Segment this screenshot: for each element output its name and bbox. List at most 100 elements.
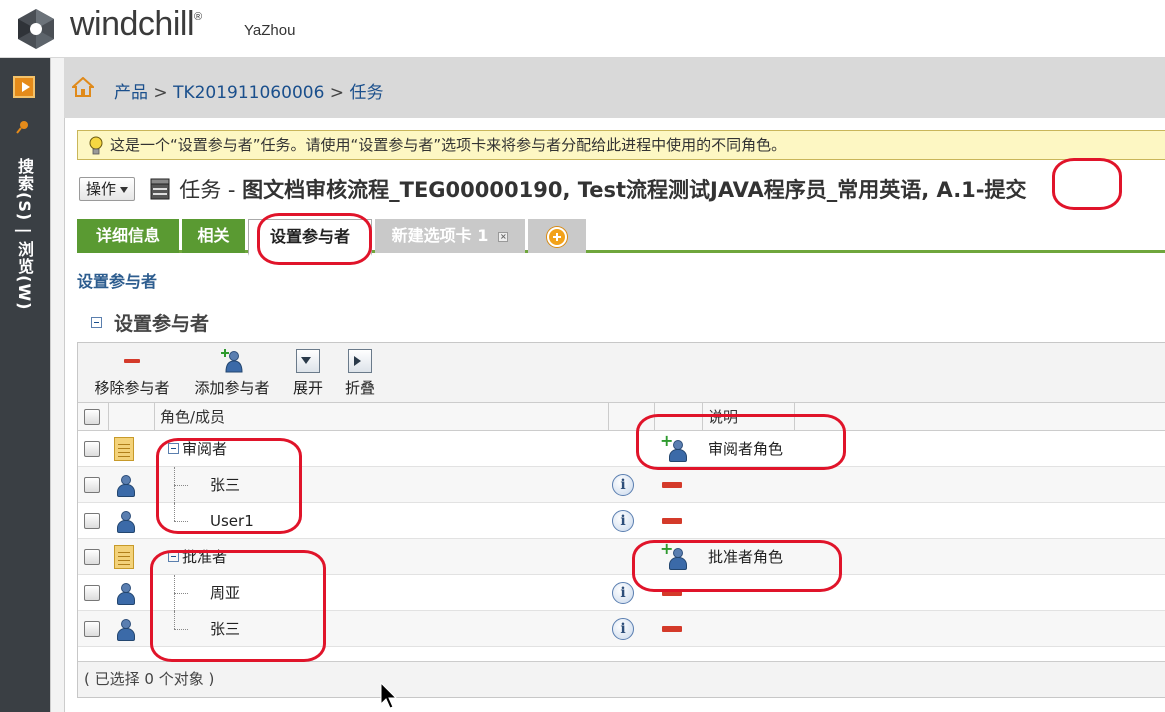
title-row: 操作 任务 - 图文档审核流程_TEG00000190, Test流程测试JAV… [79, 174, 1027, 210]
expand-navigator-icon[interactable] [13, 76, 35, 98]
add-member-icon[interactable] [660, 431, 687, 462]
lightbulb-icon [89, 136, 103, 155]
section-link[interactable]: 设置参与者 [77, 268, 157, 292]
tab-new-tab-1[interactable]: 新建选项卡 1 × [375, 219, 525, 253]
table-row[interactable]: User1 i [78, 503, 1165, 539]
member-name: 张三 [210, 476, 241, 494]
header-description[interactable]: 说明 [708, 403, 738, 430]
collapse-label: 折叠 [344, 379, 375, 397]
tab-details[interactable]: 详细信息 [77, 219, 179, 253]
grid-header: 角色/成员 说明 [78, 403, 1165, 431]
breadcrumb-separator: > [153, 83, 168, 103]
add-user-icon [220, 349, 244, 373]
participants-table: 移除参与者 添加参与者 展开 折叠 角色/成员 说明 审阅者 + 审阅者角色 张… [77, 342, 1165, 698]
add-tab-button[interactable] [528, 219, 586, 253]
row-checkbox[interactable] [84, 440, 100, 457]
user-name[interactable]: YaZhou [244, 22, 295, 39]
tab-bar: 详细信息 相关 设置参与者 新建选项卡 1 × [77, 219, 1165, 256]
page-title-prefix: 任务 - [179, 178, 243, 202]
info-icon[interactable]: i [612, 509, 634, 532]
search-browse-label[interactable]: 搜索(S) | 浏览(W) [14, 158, 36, 310]
role-description: 批准者角色 [708, 548, 784, 566]
row-checkbox[interactable] [84, 620, 100, 637]
remove-member-icon[interactable] [662, 589, 682, 596]
user-icon [116, 618, 135, 641]
task-icon [150, 178, 170, 200]
left-navigator: 搜索(S) | 浏览(W) [0, 58, 50, 712]
selection-status: ( 已选择 0 个对象 ) [78, 661, 1165, 697]
table-row[interactable]: 周亚 i [78, 575, 1165, 611]
role-description: 审阅者角色 [708, 440, 784, 458]
row-checkbox[interactable] [84, 512, 100, 529]
member-name: 张三 [210, 620, 241, 638]
remove-label: 移除参与者 [94, 379, 170, 397]
user-icon [116, 582, 135, 605]
main-content: 这是一个“设置参与者”任务。请使用“设置参与者”选项卡来将参与者分配给此进程中使… [64, 118, 1165, 712]
page-title: 任务 - 图文档审核流程_TEG00000190, Test流程测试JAVA程序… [179, 174, 1026, 204]
info-message-bar: 这是一个“设置参与者”任务。请使用“设置参与者”选项卡来将参与者分配给此进程中使… [77, 130, 1165, 160]
table-toolbar: 移除参与者 添加参与者 展开 折叠 [78, 343, 1165, 403]
info-icon[interactable]: i [612, 617, 634, 640]
collapse-button[interactable]: 折叠 [338, 349, 382, 398]
tab-related[interactable]: 相关 [182, 219, 245, 253]
mouse-cursor-icon [380, 682, 398, 709]
role-name: 批准者 [182, 548, 228, 566]
home-icon[interactable] [72, 77, 94, 97]
breadcrumb-item-number[interactable]: TK201911060006 [173, 83, 324, 103]
table-row[interactable]: 张三 i [78, 611, 1165, 647]
remove-member-icon[interactable] [662, 625, 682, 632]
info-icon[interactable]: i [612, 473, 634, 496]
breadcrumb-item-task[interactable]: 任务 [349, 83, 383, 103]
remove-icon [120, 349, 144, 373]
role-icon [114, 436, 134, 461]
info-message-text: 这是一个“设置参与者”任务。请使用“设置参与者”选项卡来将参与者分配给此进程中使… [110, 136, 787, 154]
row-checkbox[interactable] [84, 584, 100, 601]
remove-participant-button[interactable]: 移除参与者 [90, 349, 174, 398]
member-name: User1 [210, 511, 254, 530]
add-label: 添加参与者 [194, 379, 270, 397]
table-row[interactable]: 张三 i [78, 467, 1165, 503]
member-name: 周亚 [210, 584, 241, 602]
tree-collapse-icon[interactable] [168, 443, 179, 454]
row-checkbox[interactable] [84, 548, 100, 565]
add-tab-icon [547, 226, 567, 247]
table-row[interactable]: 审阅者 审阅者角色 [78, 431, 1165, 467]
close-tab-icon[interactable]: × [498, 231, 509, 242]
user-icon [116, 474, 135, 497]
section-title: 设置参与者 [114, 313, 210, 335]
expand-label: 展开 [292, 379, 323, 397]
collapse-all-icon [348, 349, 372, 373]
info-icon[interactable]: i [612, 581, 634, 604]
participants-grid: 角色/成员 说明 审阅者 审阅者角色 张三 [78, 403, 1165, 647]
expand-button[interactable]: 展开 [286, 349, 330, 398]
breadcrumb-item-product[interactable]: 产品 [114, 83, 148, 103]
table-row[interactable]: 批准者 批准者角色 [78, 539, 1165, 575]
actions-label: 操作 [86, 180, 117, 198]
header-select-all[interactable] [84, 403, 100, 430]
actions-dropdown-button[interactable]: 操作 [79, 177, 136, 201]
tab-new-tab-label: 新建选项卡 1 [391, 226, 489, 245]
add-participant-button[interactable]: 添加参与者 [190, 349, 274, 398]
pin-icon[interactable] [16, 120, 30, 134]
breadcrumb-bar: 产品 > TK201911060006 > 任务 [64, 58, 1165, 118]
row-checkbox[interactable] [84, 476, 100, 493]
breadcrumb-separator: > [329, 83, 345, 103]
windchill-logo-icon [18, 9, 54, 49]
remove-member-icon[interactable] [662, 517, 682, 524]
expand-all-icon [296, 349, 320, 373]
collapse-section-icon[interactable] [91, 317, 102, 328]
tree-collapse-icon[interactable] [168, 551, 179, 562]
add-member-icon[interactable] [660, 539, 687, 570]
role-name: 审阅者 [182, 440, 228, 458]
tab-set-participants[interactable]: 设置参与者 [248, 219, 372, 256]
navigator-divider [50, 58, 64, 712]
top-header: windchill® YaZhou [0, 0, 1165, 58]
role-icon [114, 544, 134, 569]
page-title-name: 图文档审核流程_TEG00000190, Test流程测试JAVA程序员_常用英… [242, 178, 1027, 202]
breadcrumb: 产品 > TK201911060006 > 任务 [114, 78, 383, 103]
header-role-member[interactable]: 角色/成员 [160, 403, 225, 430]
remove-member-icon[interactable] [662, 481, 682, 488]
user-icon [116, 510, 135, 533]
select-all-checkbox[interactable] [84, 408, 100, 425]
section-heading: 设置参与者 [91, 309, 209, 336]
